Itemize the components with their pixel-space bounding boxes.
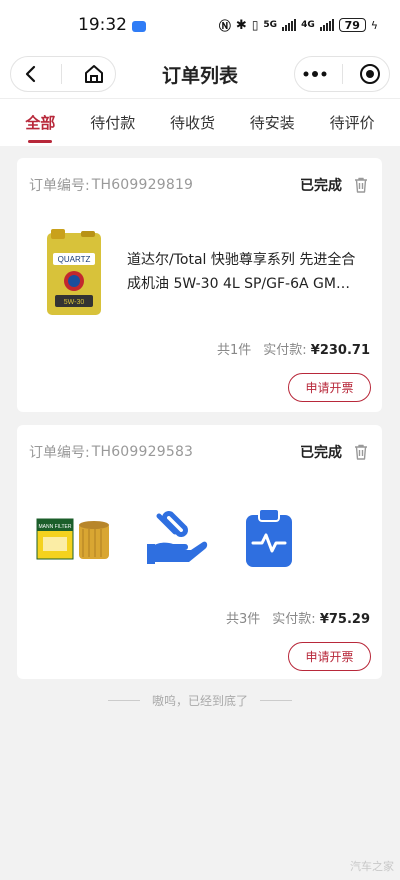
order-card[interactable]: 订单编号: TH609929819 已完成 QUARTZ 5W-30 道达尔/T… xyxy=(17,158,382,412)
nfc-icon: Ⓝ xyxy=(218,18,231,33)
status-indicators: Ⓝ ✱ ▯ 5G 4G 79 ϟ xyxy=(219,17,378,34)
target-circle-icon xyxy=(360,64,381,84)
watermark: 汽车之家 xyxy=(350,860,394,873)
close-miniapp-button[interactable] xyxy=(359,63,381,85)
oil-brand-label: QUARTZ xyxy=(58,255,91,264)
order-number: TH609929583 xyxy=(91,444,194,460)
nav-bar: 订单列表 xyxy=(0,50,400,98)
vibrate-icon: ▯ xyxy=(251,18,259,32)
order-card-header: 订单编号: TH609929819 已完成 xyxy=(17,158,382,212)
order-card[interactable]: 订单编号: TH609929583 已完成 MANN FILTER 共3件 实付… xyxy=(17,425,382,679)
charging-icon: ϟ xyxy=(370,18,378,32)
capsule-divider xyxy=(342,64,344,84)
order-actions: 申请开票 xyxy=(17,373,382,402)
tab-pending-install[interactable]: 待安装 xyxy=(246,100,299,145)
order-tabs: 全部 待付款 待收货 待安装 待评价 xyxy=(0,98,400,146)
chevron-left-icon xyxy=(26,65,36,83)
product-row[interactable]: QUARTZ 5W-30 道达尔/Total 快驰尊享系列 先进全合成机油 5W… xyxy=(17,212,382,332)
delete-trash-icon[interactable] xyxy=(352,443,370,461)
home-button[interactable] xyxy=(83,63,105,85)
paid-label: 实付款: xyxy=(263,342,307,358)
order-summary: 共1件 实付款: ¥230.71 xyxy=(17,332,382,364)
order-card-header: 订单编号: TH609929583 已完成 xyxy=(17,425,382,479)
paid-amount: ¥75.29 xyxy=(319,611,370,627)
order-status: 已完成 xyxy=(300,178,342,194)
paid-amount: ¥230.71 xyxy=(310,342,370,358)
order-status: 已完成 xyxy=(300,445,342,461)
more-dots-icon xyxy=(303,71,327,77)
product-thumbnails[interactable]: MANN FILTER xyxy=(17,479,382,597)
tab-pending-receipt[interactable]: 待收货 xyxy=(166,100,219,145)
tab-all[interactable]: 全部 xyxy=(21,100,59,145)
paid-label: 实付款: xyxy=(272,611,316,627)
nav-capsule-right xyxy=(294,56,390,92)
tab-pending-review[interactable]: 待评价 xyxy=(326,100,379,145)
signal-5g-icon xyxy=(282,19,297,31)
capsule-divider xyxy=(61,64,63,84)
paid-amount-group: 实付款: ¥230.71 xyxy=(263,339,370,358)
divider-line xyxy=(107,700,140,701)
request-invoice-button[interactable]: 申请开票 xyxy=(288,642,371,671)
engine-oil-product-image: QUARTZ 5W-30 xyxy=(47,229,101,315)
network-5g-label: 5G xyxy=(263,20,278,30)
filter-brand-label: MANN FILTER xyxy=(39,524,72,530)
inspection-report-icon xyxy=(246,508,292,567)
order-actions: 申请开票 xyxy=(17,642,382,671)
item-count: 共1件 xyxy=(216,342,252,358)
tab-pending-payment[interactable]: 待付款 xyxy=(86,100,139,145)
oil-filter-product-image: MANN FILTER xyxy=(36,518,109,560)
paid-amount-group: 实付款: ¥75.29 xyxy=(272,608,370,627)
request-invoice-button[interactable]: 申请开票 xyxy=(288,373,371,402)
back-button[interactable] xyxy=(21,64,41,84)
divider-line xyxy=(260,700,292,701)
bluetooth-icon: ✱ xyxy=(235,17,247,33)
status-time: 19:32 xyxy=(78,15,127,35)
order-number: TH609929819 xyxy=(91,177,194,193)
order-number-label: 订单编号: xyxy=(29,445,90,461)
product-name: 道达尔/Total 快驰尊享系列 先进全合成机油 5W-30 4L SP/GF-… xyxy=(127,252,356,292)
order-summary: 共3件 实付款: ¥75.29 xyxy=(17,597,382,637)
nav-capsule-left xyxy=(10,56,116,92)
svg-text:5W-30: 5W-30 xyxy=(64,299,85,306)
delete-trash-icon[interactable] xyxy=(352,176,370,194)
repair-service-icon xyxy=(147,511,208,564)
battery-icon: 79 xyxy=(338,18,366,32)
item-count: 共3件 xyxy=(226,611,261,627)
end-of-list-note: 嗷呜，已经到底了 xyxy=(0,692,400,709)
status-bar: 19:32 Ⓝ ✱ ▯ 5G 4G 79 ϟ xyxy=(0,0,400,50)
signal-4g-icon xyxy=(319,19,334,31)
order-number-label: 订单编号: xyxy=(29,178,90,194)
network-4g-label: 4G xyxy=(301,20,315,30)
more-button[interactable] xyxy=(303,70,327,78)
end-of-list-text: 嗷呜，已经到底了 xyxy=(151,694,248,708)
app-badge-icon xyxy=(132,20,146,32)
home-icon xyxy=(84,65,103,83)
